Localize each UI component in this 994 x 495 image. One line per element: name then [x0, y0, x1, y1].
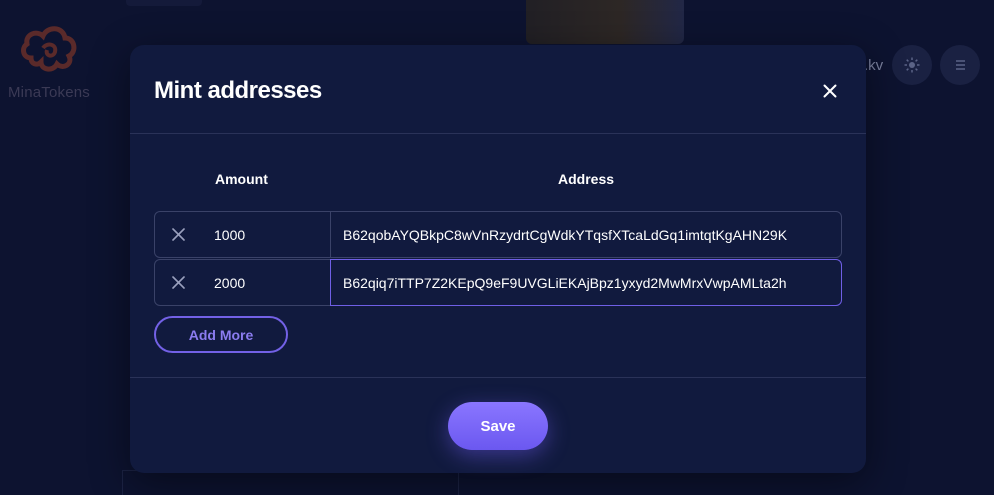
- banner-image: [526, 0, 684, 44]
- header-placeholder: [126, 0, 202, 6]
- mint-addresses-modal: Mint addresses Amount Address 1000 B62qo…: [130, 45, 866, 473]
- logo-text: MinaTokens: [7, 84, 91, 101]
- amount-cell: [202, 211, 331, 258]
- menu-button[interactable]: [940, 45, 980, 85]
- add-more-button[interactable]: Add More: [154, 316, 288, 353]
- table-row: [154, 211, 842, 258]
- remove-row-button[interactable]: [154, 211, 203, 258]
- column-header-address: Address: [558, 171, 615, 187]
- amount-cell: [202, 259, 331, 306]
- table-header: Amount Address: [130, 171, 866, 189]
- theme-toggle-button[interactable]: [892, 45, 932, 85]
- close-button[interactable]: [814, 77, 846, 105]
- amount-input[interactable]: [202, 212, 330, 257]
- remove-row-button[interactable]: [154, 259, 203, 306]
- menu-icon: [956, 60, 965, 70]
- save-button[interactable]: Save: [448, 402, 548, 450]
- modal-title: Mint addresses: [154, 77, 322, 104]
- logo-icon: [21, 26, 77, 72]
- amount-input[interactable]: [202, 260, 330, 305]
- sun-icon: [904, 57, 920, 73]
- address-input[interactable]: [331, 260, 841, 305]
- background-panel: [122, 470, 459, 495]
- x-icon: [172, 228, 185, 241]
- close-icon: [823, 84, 837, 98]
- address-cell: [330, 259, 842, 306]
- account-label[interactable]: .kv: [864, 57, 883, 74]
- divider: [130, 377, 866, 378]
- logo[interactable]: MinaTokens: [4, 18, 94, 101]
- table-row: [154, 259, 842, 306]
- column-header-amount: Amount: [215, 171, 268, 187]
- address-input[interactable]: [331, 212, 841, 257]
- address-cell: [330, 211, 842, 258]
- modal-header: Mint addresses: [130, 45, 866, 134]
- x-icon: [172, 276, 185, 289]
